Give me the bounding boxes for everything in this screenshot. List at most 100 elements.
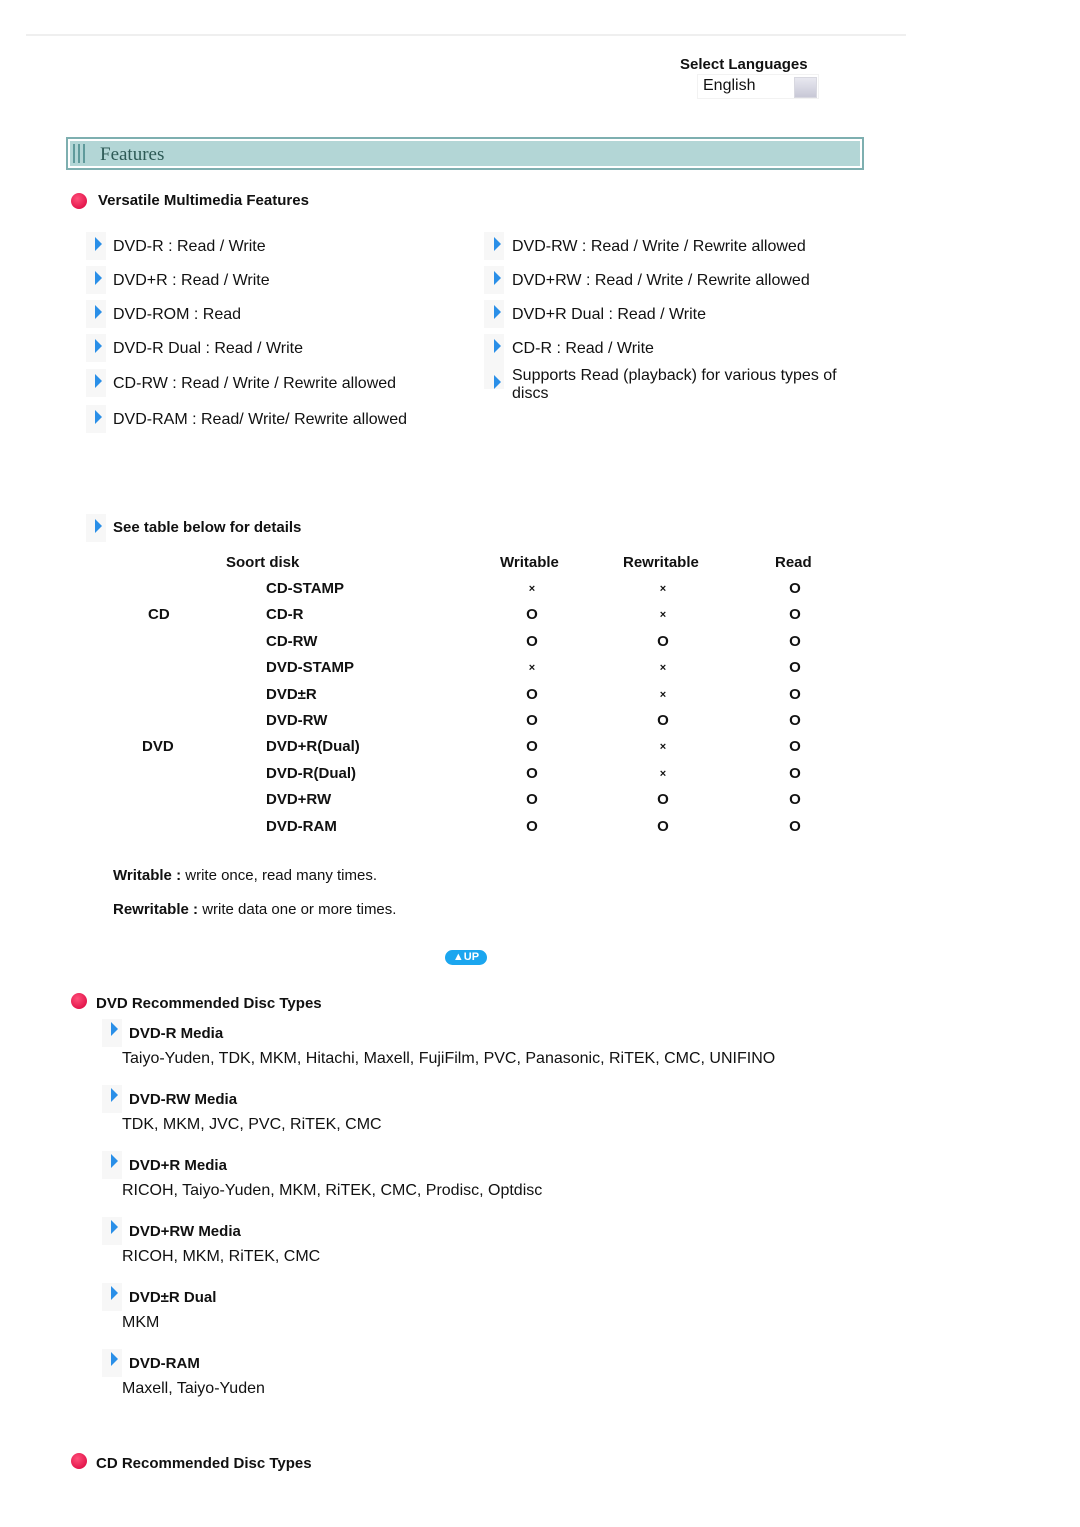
rewritable-mark: O xyxy=(657,633,669,650)
rewritable-mark: O xyxy=(657,818,669,835)
arrow-icon xyxy=(494,271,501,285)
disk-type: CD-STAMP xyxy=(266,580,345,597)
arrow-icon xyxy=(111,1022,118,1036)
media-title: DVD-RAM xyxy=(129,1355,200,1372)
read-mark: O xyxy=(789,818,801,835)
language-label: Select Languages xyxy=(680,56,808,73)
feature-item: DVD+R Dual : Read / Write xyxy=(512,306,706,323)
feature-item: DVD-RAM : Read/ Write/ Rewrite allowed xyxy=(113,411,408,428)
table-intro: See table below for details xyxy=(113,519,302,536)
feature-item: DVD-R : Read / Write xyxy=(113,238,266,255)
cd-recommended-title: CD Recommended Disc Types xyxy=(96,1455,312,1472)
disk-type: DVD+RW xyxy=(266,791,332,808)
bullet-dot-icon xyxy=(71,193,87,209)
arrow-icon xyxy=(95,237,102,251)
read-mark: O xyxy=(789,606,801,623)
header-sort-disk: Soort disk xyxy=(226,554,300,571)
media-title: DVD-RW Media xyxy=(129,1091,238,1108)
writable-mark: O xyxy=(526,765,538,782)
header-writable: Writable xyxy=(500,554,559,571)
arrow-icon xyxy=(494,237,501,251)
arrow-icon xyxy=(111,1286,118,1300)
group-label: DVD xyxy=(142,738,174,755)
bars-icon xyxy=(73,144,87,163)
disk-type: CD-RW xyxy=(266,633,318,650)
arrow-icon xyxy=(95,374,102,388)
read-mark: O xyxy=(789,712,801,729)
versatile-title: Versatile Multimedia Features xyxy=(98,192,309,209)
rewritable-mark: O xyxy=(657,791,669,808)
rewritable-mark: × xyxy=(659,609,667,621)
media-brands: Taiyo-Yuden, TDK, MKM, Hitachi, Maxell, … xyxy=(122,1050,776,1067)
arrow-icon xyxy=(494,375,501,389)
writable-mark: O xyxy=(526,818,538,835)
media-brands: RICOH, MKM, RiTEK, CMC xyxy=(122,1248,321,1265)
feature-item: DVD-ROM : Read xyxy=(113,306,242,323)
read-mark: O xyxy=(789,791,801,808)
header-rewritable: Rewritable xyxy=(623,554,699,571)
disk-type: DVD+R(Dual) xyxy=(266,738,360,755)
arrow-icon xyxy=(95,305,102,319)
media-brands: TDK, MKM, JVC, PVC, RiTEK, CMC xyxy=(122,1116,382,1133)
arrow-icon xyxy=(95,271,102,285)
rewritable-mark: O xyxy=(657,712,669,729)
writable-mark: O xyxy=(526,791,538,808)
arrow-icon xyxy=(111,1088,118,1102)
language-selected-value: English xyxy=(703,77,756,94)
feature-item: Supports Read (playback) for various typ… xyxy=(512,367,837,402)
read-mark: O xyxy=(789,765,801,782)
writable-mark: O xyxy=(526,738,538,755)
disk-type: CD-R xyxy=(266,606,304,623)
media-brands: MKM xyxy=(122,1314,160,1331)
features-banner: Features xyxy=(66,137,864,170)
disk-type: DVD-RAM xyxy=(266,818,337,835)
feature-item: CD-RW : Read / Write / Rewrite allowed xyxy=(113,375,397,392)
language-select[interactable]: English xyxy=(697,74,819,99)
scroll-up-button[interactable]: ▲UP xyxy=(445,950,487,965)
writable-mark: O xyxy=(526,686,538,703)
rewritable-mark: × xyxy=(659,741,667,753)
media-brands: Maxell, Taiyo-Yuden xyxy=(122,1380,265,1397)
writable-mark: O xyxy=(526,712,538,729)
read-mark: O xyxy=(789,738,801,755)
feature-item: DVD-R Dual : Read / Write xyxy=(113,340,303,357)
writable-mark: × xyxy=(528,662,536,674)
writable-mark: O xyxy=(526,633,538,650)
feature-item: DVD+R : Read / Write xyxy=(113,272,270,289)
bullet-dot-icon xyxy=(71,1453,87,1469)
banner-title: Features xyxy=(100,144,165,165)
arrow-icon xyxy=(111,1352,118,1366)
writable-mark: × xyxy=(528,583,536,595)
disk-type: DVD-RW xyxy=(266,712,328,729)
feature-item: DVD+RW : Read / Write / Rewrite allowed xyxy=(512,272,810,289)
dvd-recommended-title: DVD Recommended Disc Types xyxy=(96,995,322,1012)
dropdown-button[interactable] xyxy=(794,77,817,98)
group-label: CD xyxy=(148,606,170,623)
arrow-icon xyxy=(111,1220,118,1234)
read-mark: O xyxy=(789,686,801,703)
top-divider xyxy=(26,34,906,36)
feature-item: DVD-RW : Read / Write / Rewrite allowed xyxy=(512,238,806,255)
rewritable-mark: × xyxy=(659,662,667,674)
arrow-icon xyxy=(95,339,102,353)
disk-type: DVD-STAMP xyxy=(266,659,355,676)
rewritable-mark: × xyxy=(659,768,667,780)
media-title: DVD+RW Media xyxy=(129,1223,241,1240)
media-title: DVD-R Media xyxy=(129,1025,224,1042)
arrow-icon xyxy=(95,410,102,424)
media-title: DVD+R Media xyxy=(129,1157,227,1174)
writable-mark: O xyxy=(526,606,538,623)
bullet-dot-icon xyxy=(71,993,87,1009)
writable-note: Writable : write once, read many times. xyxy=(113,867,377,884)
arrow-icon xyxy=(111,1154,118,1168)
arrow-icon xyxy=(494,305,501,319)
read-mark: O xyxy=(789,659,801,676)
rewritable-mark: × xyxy=(659,689,667,701)
rewritable-note: Rewritable : write data one or more time… xyxy=(113,901,397,918)
disk-type: DVD-R(Dual) xyxy=(266,765,356,782)
feature-item: CD-R : Read / Write xyxy=(512,340,654,357)
arrow-icon xyxy=(95,519,102,533)
rewritable-mark: × xyxy=(659,583,667,595)
media-brands: RICOH, Taiyo-Yuden, MKM, RiTEK, CMC, Pro… xyxy=(122,1182,543,1199)
read-mark: O xyxy=(789,633,801,650)
